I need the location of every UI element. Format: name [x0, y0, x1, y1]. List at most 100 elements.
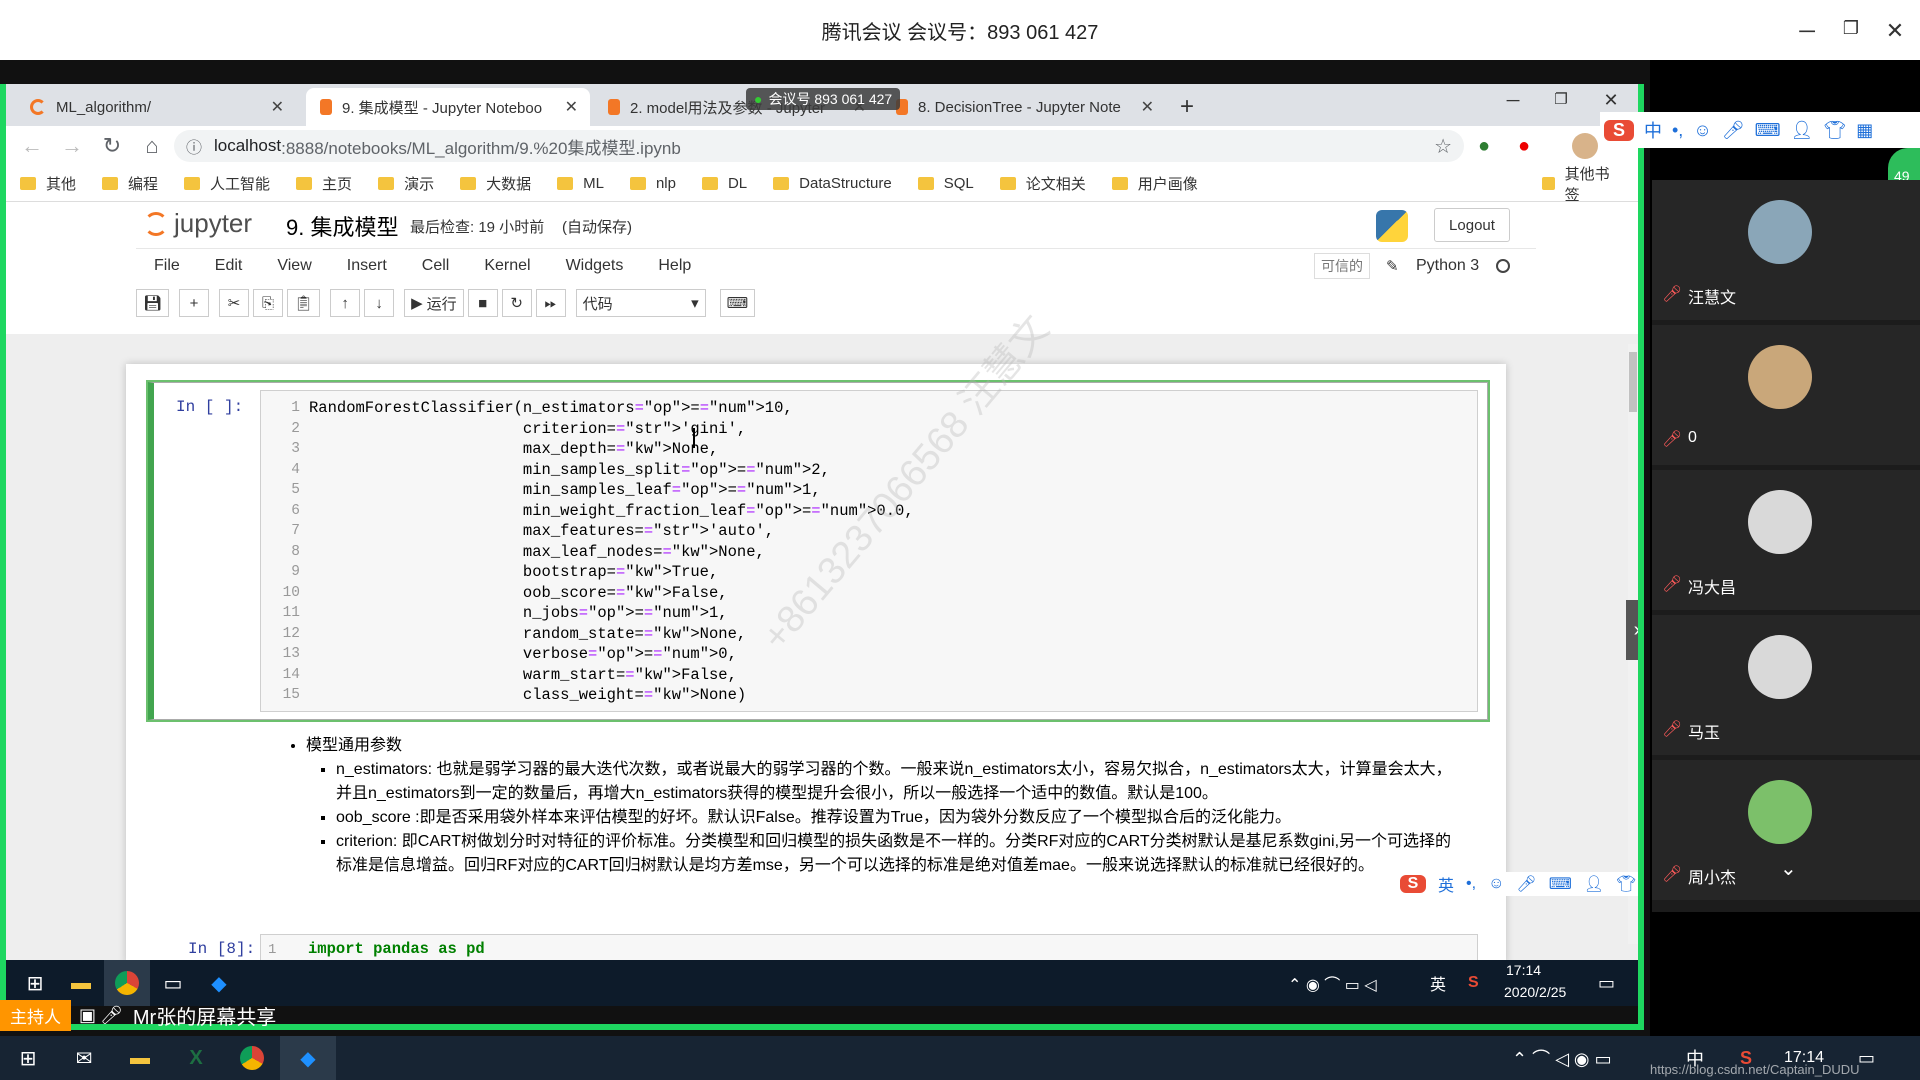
new-tab-button[interactable]: +: [1172, 88, 1212, 126]
move-up-icon[interactable]: ↑: [330, 289, 361, 317]
move-down-icon[interactable]: ↓: [364, 289, 395, 317]
menu-help[interactable]: Help: [658, 257, 691, 275]
bookmark-folder[interactable]: 用户画像: [1111, 173, 1198, 194]
adblock-extension-icon[interactable]: ●: [1518, 135, 1530, 158]
keyboard-icon[interactable]: ⌨: [719, 289, 756, 317]
code-line[interactable]: max_depth=="kw">None,: [309, 439, 914, 460]
bookmark-folder[interactable]: ML: [557, 175, 604, 192]
menu-edit[interactable]: Edit: [215, 257, 243, 275]
code-line[interactable]: min_samples_split="op">=="num">2,: [309, 460, 914, 481]
close-tab-icon[interactable]: ✕: [271, 97, 284, 117]
bookmark-folder[interactable]: 其他: [20, 173, 76, 194]
jupyter-logo-text[interactable]: jupyter: [174, 208, 252, 239]
participant-card[interactable]: 🎤︎ 周小杰 ⌄: [1652, 760, 1920, 900]
keyboard-icon[interactable]: ⌨: [1549, 874, 1572, 894]
code-text[interactable]: import pandas as pd: [308, 940, 485, 958]
shirt-icon[interactable]: 👕︎: [1823, 120, 1846, 141]
bookmark-folder[interactable]: 主页: [296, 173, 352, 194]
restore-icon[interactable]: ❐: [1836, 18, 1866, 39]
reload-icon[interactable]: ↻: [92, 133, 132, 159]
bookmark-folder[interactable]: 论文相关: [999, 173, 1086, 194]
code-line[interactable]: warm_start=="kw">False,: [309, 665, 914, 686]
menu-view[interactable]: View: [277, 257, 311, 275]
close-tab-icon[interactable]: ✕: [1141, 97, 1154, 117]
participant-card[interactable]: 🎤︎ 冯大昌: [1652, 470, 1920, 610]
browser-close-icon[interactable]: ✕: [1596, 90, 1626, 111]
chevron-down-icon[interactable]: ⌄: [1780, 856, 1797, 881]
code-line[interactable]: verbose="op">=="num">0,: [309, 644, 914, 665]
mic-icon[interactable]: 🎤︎: [1722, 120, 1745, 141]
ime-toolbar-right[interactable]: S 中 •, ☺ 🎤︎ ⌨ 👤︎ 👕︎ ▦: [1600, 112, 1920, 148]
ime-lang[interactable]: 英: [1438, 872, 1454, 896]
bookmark-folder[interactable]: 演示: [378, 173, 434, 194]
ime-toolbar[interactable]: S 英 •, ☺ 🎤︎ ⌨ 👤︎ 👕︎ ▦: [1400, 872, 1638, 896]
mic-icon[interactable]: 🎤︎: [1516, 874, 1536, 894]
minimize-icon[interactable]: ─: [1792, 18, 1822, 44]
markdown-cell[interactable]: 模型通用参数 n_estimators: 也就是弱学习器的最大迭代次数，或者说最…: [306, 734, 1466, 878]
file-explorer-icon[interactable]: ▬: [112, 1036, 168, 1080]
close-icon[interactable]: ✕: [1880, 18, 1910, 44]
shirt-icon[interactable]: 👕︎: [1616, 874, 1636, 894]
grid-icon[interactable]: ▦: [1856, 120, 1873, 141]
restart-icon[interactable]: ↻: [501, 289, 532, 317]
code-line[interactable]: RandomForestClassifier(n_estimators="op"…: [309, 398, 914, 419]
other-bookmarks[interactable]: 其他书签: [1542, 163, 1612, 205]
menu-widgets[interactable]: Widgets: [566, 257, 624, 275]
back-icon[interactable]: ←: [12, 133, 52, 159]
paste-icon[interactable]: 📋︎: [287, 289, 321, 317]
windows-start-icon[interactable]: ⊞: [0, 1036, 56, 1080]
tab-decision-tree[interactable]: 8. DecisionTree - Jupyter Note ✕: [882, 88, 1166, 126]
bookmark-folder[interactable]: SQL: [917, 175, 974, 192]
ime-lang[interactable]: 英: [1430, 971, 1446, 995]
excel-icon[interactable]: X: [168, 1036, 224, 1080]
code-line[interactable]: min_samples_leaf="op">=="num">1,: [309, 480, 914, 501]
menu-kernel[interactable]: Kernel: [484, 257, 530, 275]
cut-icon[interactable]: ✂: [219, 289, 250, 317]
menu-insert[interactable]: Insert: [347, 257, 387, 275]
emoji-icon[interactable]: ☺: [1488, 875, 1504, 893]
logout-button[interactable]: Logout: [1434, 208, 1510, 242]
browser-minimize-icon[interactable]: ─: [1498, 90, 1528, 111]
bookmark-folder[interactable]: DataStructure: [773, 175, 892, 192]
tab-ensemble-model[interactable]: 9. 集成模型 - Jupyter Noteboo ✕: [306, 88, 590, 126]
insert-cell-icon[interactable]: +: [179, 289, 210, 317]
save-icon[interactable]: 💾︎: [136, 289, 170, 317]
ime-lang[interactable]: 中: [1644, 117, 1662, 143]
code-line[interactable]: class_weight=="kw">None): [309, 685, 914, 706]
participant-card[interactable]: 🎤︎ 汪慧文: [1652, 180, 1920, 320]
copy-icon[interactable]: ⎘: [253, 289, 284, 317]
stop-icon[interactable]: ■: [467, 289, 498, 317]
fast-forward-icon[interactable]: ⏩︎: [535, 289, 566, 317]
run-button[interactable]: ▶︎ 运行: [404, 289, 464, 317]
code-line[interactable]: random_state=="kw">None,: [309, 624, 914, 645]
chrome-icon[interactable]: [224, 1036, 280, 1080]
participant-card[interactable]: 🎤︎ 0: [1652, 325, 1920, 465]
user-icon[interactable]: 👤︎: [1791, 120, 1814, 141]
edit-pencil-icon[interactable]: ✎: [1386, 257, 1399, 275]
punctuation-icon[interactable]: •,: [1672, 120, 1683, 141]
chevron-right-icon[interactable]: ›: [1626, 600, 1638, 660]
notebook-name[interactable]: 9. 集成模型: [286, 210, 398, 242]
notification-icon[interactable]: ▭: [1598, 973, 1615, 994]
code-line[interactable]: criterion=="str">'gini',: [309, 419, 914, 440]
participant-card[interactable]: 🎤︎ 马玉: [1652, 615, 1920, 755]
bookmark-folder[interactable]: 大数据: [460, 173, 531, 194]
keyboard-icon[interactable]: ⌨: [1755, 120, 1781, 141]
scrollbar-thumb[interactable]: [1629, 352, 1637, 412]
bookmark-folder[interactable]: nlp: [629, 175, 676, 192]
punctuation-icon[interactable]: •,: [1466, 875, 1476, 893]
menu-cell[interactable]: Cell: [422, 257, 450, 275]
trusted-badge[interactable]: 可信的: [1314, 252, 1370, 279]
tab-ml-algorithm[interactable]: ML_algorithm/ ✕: [16, 88, 296, 126]
url-input[interactable]: ⓘ localhost:8888/notebooks/ML_algorithm/…: [174, 130, 1464, 162]
emoji-icon[interactable]: ☺: [1693, 120, 1711, 141]
code-cell-2[interactable]: In [8]: 1 import pandas as pd: [148, 934, 1488, 960]
user-icon[interactable]: 👤︎: [1584, 874, 1604, 894]
browser-restore-icon[interactable]: ❐: [1546, 90, 1576, 108]
close-tab-icon[interactable]: ✕: [565, 97, 578, 117]
cell-type-select[interactable]: 代码 ▾: [575, 289, 706, 317]
sogou-icon[interactable]: S: [1468, 974, 1479, 992]
tencent-meeting-icon[interactable]: ◆: [280, 1036, 336, 1080]
profile-avatar[interactable]: [1572, 133, 1598, 159]
menu-file[interactable]: File: [154, 257, 180, 275]
